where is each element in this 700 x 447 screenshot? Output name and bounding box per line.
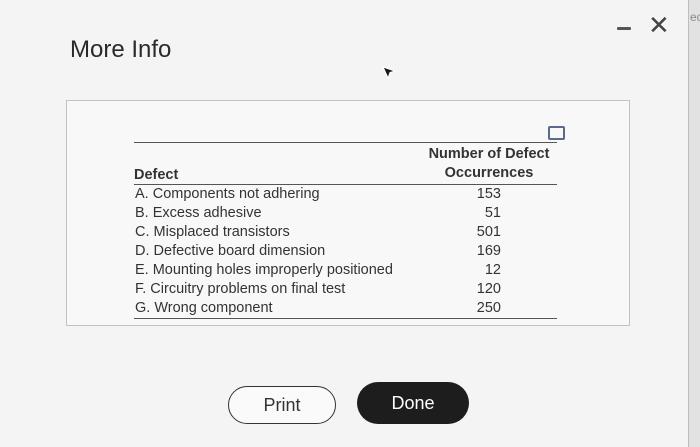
table-row: E. Mounting holes improperly positioned … — [134, 261, 557, 280]
table-row: A. Components not adhering 153 — [134, 185, 557, 205]
table-row: B. Excess adhesive 51 — [134, 204, 557, 223]
row-count: 120 — [476, 281, 501, 297]
more-info-dialog: More Info ✕ Defect Number of Defect Occu… — [0, 0, 689, 447]
row-defect: D. Defective board dimension — [135, 243, 326, 259]
defect-table-container: Defect Number of Defect Occurrences A. C… — [134, 142, 557, 319]
table-row: F. Circuitry problems on final test 120 — [134, 280, 557, 299]
header-occurrences: Number of Defect Occurrences — [421, 143, 557, 185]
row-defect: B. Excess adhesive — [135, 205, 262, 221]
row-count: 169 — [476, 243, 501, 259]
background-window-edge — [689, 0, 700, 447]
row-count: 51 — [484, 205, 501, 221]
row-defect: C. Misplaced transistors — [135, 224, 290, 240]
row-defect: F. Circuitry problems on final test — [135, 281, 346, 297]
minimize-icon[interactable] — [616, 22, 632, 34]
copy-icon[interactable] — [548, 126, 565, 140]
header-occurrences-line1: Number of Defect — [428, 146, 550, 162]
background-window-text: ec — [690, 10, 700, 24]
row-count: 12 — [484, 262, 501, 278]
table-row: G. Wrong component 250 — [134, 299, 557, 318]
table-header-row: Defect Number of Defect Occurrences — [134, 143, 557, 185]
header-defect: Defect — [134, 167, 179, 183]
defect-table: Defect Number of Defect Occurrences A. C… — [134, 143, 557, 318]
row-defect: G. Wrong component — [135, 300, 273, 316]
done-button[interactable]: Done — [357, 382, 469, 424]
table-row: D. Defective board dimension 169 — [134, 242, 557, 261]
table-row: C. Misplaced transistors 501 — [134, 223, 557, 242]
dialog-title: More Info — [70, 36, 172, 63]
mouse-cursor-icon — [382, 66, 397, 80]
header-occurrences-line2: Occurrences — [444, 165, 534, 181]
print-button[interactable]: Print — [228, 386, 336, 424]
row-defect: E. Mounting holes improperly positioned — [135, 262, 393, 278]
row-count: 501 — [476, 224, 501, 240]
row-count: 153 — [476, 186, 501, 202]
close-icon[interactable]: ✕ — [648, 12, 670, 38]
row-defect: A. Components not adhering — [135, 186, 320, 202]
row-count: 250 — [476, 300, 501, 316]
table-bottom-rule — [134, 318, 557, 319]
